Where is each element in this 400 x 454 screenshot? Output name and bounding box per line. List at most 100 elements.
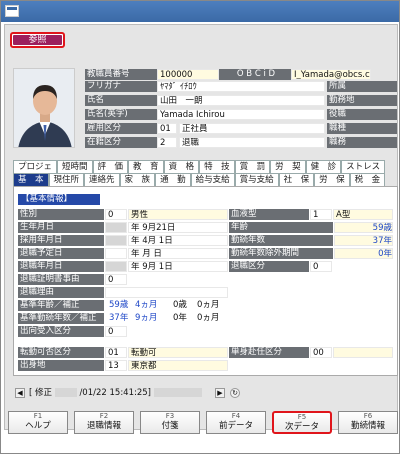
tab-family[interactable]: 家 族 (119, 173, 156, 186)
blood-value: A型 (333, 209, 393, 220)
cert-field[interactable]: 0 (105, 274, 127, 285)
base-service-months: 9ヵ月 (135, 313, 158, 323)
tab-short-time[interactable]: 短時間 (57, 160, 93, 173)
tab-bonus[interactable]: 賞与支給 (234, 173, 279, 186)
excl-period-value: 0年 (334, 248, 393, 259)
birth-year-field[interactable] (105, 222, 127, 233)
tab-salary[interactable]: 給与支給 (190, 173, 235, 186)
tab-row-2: 基 本 現住所 連絡先 家 族 通 勤 給与支給 賞与支給 社 保 労 保 税 … (13, 173, 386, 186)
status-label: 在籍区分 (85, 137, 157, 148)
hire-year-field[interactable] (105, 235, 127, 246)
window-icon (5, 5, 19, 17)
secondment-field[interactable]: 0 (105, 326, 127, 337)
base-service-label: 基準勤続年数／補正 (18, 313, 104, 324)
name-en-field: Yamada Ichirou (157, 109, 325, 120)
tab-stress[interactable]: ストレス (341, 160, 386, 173)
retire-year-field[interactable] (105, 261, 127, 272)
tab-skill[interactable]: 特 技 (199, 160, 235, 173)
f4-key-label: F4 (231, 412, 241, 420)
base-age-adj-years: 0歳 (173, 300, 187, 310)
retire-type-label: 退職区分 (229, 261, 309, 272)
gender-code[interactable]: 0 (105, 209, 127, 220)
f6-key-label: F6 (363, 412, 373, 420)
name-field: 山田 一朗 (157, 95, 325, 106)
obcid-field[interactable]: I_Yamada@obcs.co (291, 69, 371, 80)
service-value: 37年 (334, 235, 393, 246)
kana-field: ﾔﾏﾀﾞ ｲﾁﾛｳ (157, 81, 325, 92)
employee-no-field[interactable]: 100000 (157, 69, 219, 80)
hire-date-field[interactable]: 年 4月 1日 (128, 235, 228, 246)
reason-label: 退職理由 (18, 287, 104, 298)
f2-retire-info-button[interactable]: F2 退職情報 (74, 411, 134, 434)
status-value: 退職 (179, 137, 325, 148)
transfer-code[interactable]: 01 (105, 347, 127, 358)
blood-code[interactable]: 1 (310, 209, 332, 220)
tab-health[interactable]: 健 診 (305, 160, 342, 173)
person-photo-icon (14, 69, 74, 147)
dept-label: 所属 (327, 81, 397, 92)
emp-type-label: 雇用区分 (85, 123, 157, 134)
base-service-years: 37年 (109, 313, 129, 323)
post-label: 役職 (327, 109, 397, 120)
origin-label: 出身地 (18, 360, 104, 371)
tab-contract[interactable]: 労 契 (270, 160, 306, 173)
rank-label: 職種 (327, 123, 397, 134)
f1-help-button[interactable]: F1 ヘルプ (8, 411, 68, 434)
tab-education[interactable]: 教 育 (128, 160, 164, 173)
base-service-adj-years: 0年 (173, 313, 187, 323)
reason-field[interactable] (105, 287, 228, 298)
origin-value: 東京都 (128, 360, 228, 371)
planned-retire-label: 退職予定日 (18, 248, 104, 259)
excl-period-label: 勤続年数除外期間 (229, 248, 333, 259)
f2-label: 退職情報 (86, 421, 121, 431)
basic-info-heading: 【基本情報】 (18, 194, 100, 205)
tab-basic[interactable]: 基 本 (13, 173, 49, 186)
blood-label: 血液型 (229, 209, 309, 220)
planned-year-field[interactable] (105, 248, 127, 259)
duty-label: 職務 (327, 137, 397, 148)
gender-label: 性別 (18, 209, 104, 220)
f3-sticky-note-button[interactable]: F3 付箋 (140, 411, 200, 434)
single-label: 単身赴任区分 (229, 347, 309, 358)
modified-year-mask (54, 388, 77, 397)
birth-date-field[interactable]: 年 9月21日 (128, 222, 228, 233)
tab-commute[interactable]: 通 勤 (155, 173, 191, 186)
base-age-years: 59歳 (109, 300, 129, 310)
age-label: 年齢 (229, 222, 333, 233)
single-code[interactable]: 00 (310, 347, 332, 358)
tab-labor-ins[interactable]: 労 保 (314, 173, 350, 186)
refresh-icon[interactable]: ↻ (230, 388, 240, 398)
next-record-icon[interactable]: ▶ (215, 388, 225, 398)
secondment-label: 出向受入区分 (18, 326, 104, 337)
f6-service-info-button[interactable]: F6 勤続情報 (338, 411, 398, 434)
f4-prev-data-button[interactable]: F4 前データ (206, 411, 266, 434)
planned-date-field[interactable]: 年 月 日 (128, 248, 228, 259)
retire-date-field[interactable]: 年 9月 1日 (128, 261, 228, 272)
f3-key-label: F3 (165, 412, 175, 420)
tab-social-ins[interactable]: 社 保 (278, 173, 315, 186)
origin-code[interactable]: 13 (105, 360, 127, 371)
reference-button-label: 参照 (13, 35, 62, 45)
base-age-label: 基準年齢／補正 (18, 300, 104, 311)
tab-contact[interactable]: 連絡先 (84, 173, 120, 186)
name-en-label: 氏名(英字) (85, 109, 157, 120)
prev-record-icon[interactable]: ◀ (15, 388, 25, 398)
tab-evaluation[interactable]: 評 価 (92, 160, 129, 173)
reference-button[interactable]: 参照 (10, 32, 65, 48)
f2-key-label: F2 (99, 412, 109, 420)
age-value: 59歳 (334, 222, 393, 233)
tab-reward[interactable]: 賞 罰 (234, 160, 271, 173)
retire-type-field[interactable]: 0 (310, 261, 332, 272)
app-window: 参照 教職員番号 100000 O B C i D I_Yamada@obcs.… (0, 0, 400, 454)
emp-type-code: 01 (157, 123, 177, 134)
tab-address[interactable]: 現住所 (48, 173, 85, 186)
transfer-label: 転勤可否区分 (18, 347, 104, 358)
f5-next-data-button[interactable]: F5 次データ (272, 411, 332, 434)
tab-qualification[interactable]: 資 格 (163, 160, 200, 173)
tab-project[interactable]: プロジェ (13, 160, 58, 173)
hire-label: 採用年月日 (18, 235, 104, 246)
employee-photo (13, 68, 75, 148)
cert-label: 退職証明書事由 (18, 274, 104, 285)
tab-tax[interactable]: 税 金 (349, 173, 386, 186)
retire-date-label: 退職年月日 (18, 261, 104, 272)
